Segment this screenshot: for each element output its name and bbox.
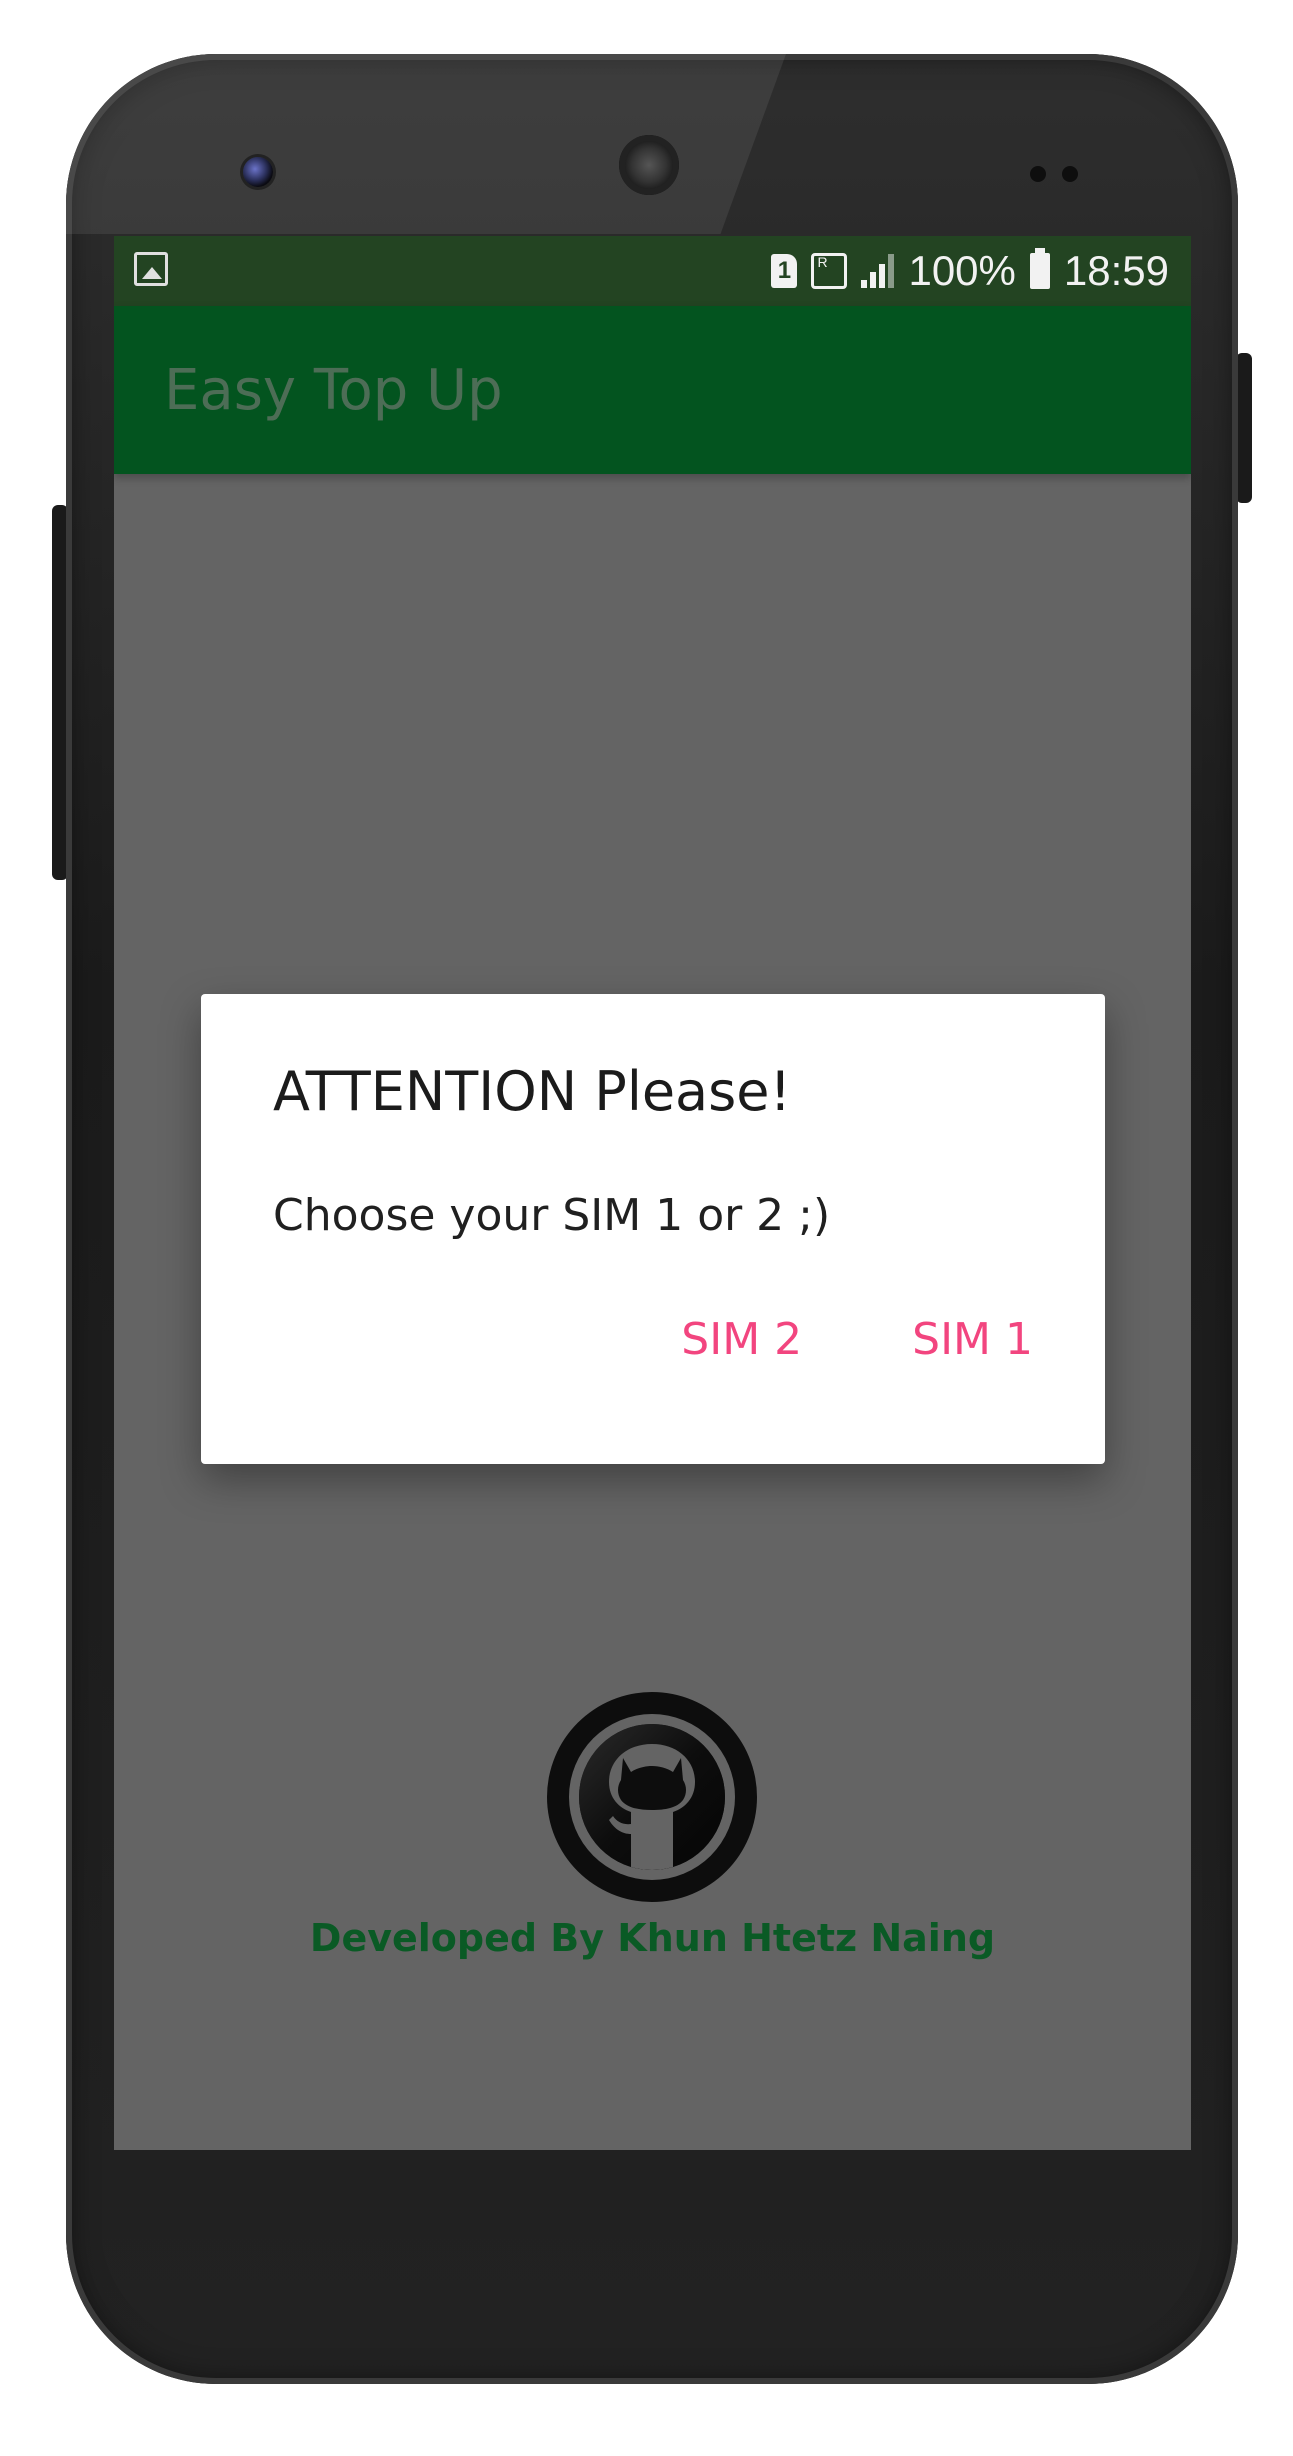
sim-slot-number: 1 bbox=[777, 257, 792, 284]
status-bar: 1 R 100% 18:59 bbox=[114, 236, 1191, 306]
dialog-message: Choose your SIM 1 or 2 ;) bbox=[273, 1190, 831, 1241]
screen: 1 R 100% 18:59 Easy Top Up Developed By … bbox=[114, 236, 1191, 2150]
developer-credit[interactable]: Developed By Khun Htetz Naing bbox=[114, 1916, 1191, 1960]
dialog-title: ATTENTION Please! bbox=[273, 1060, 792, 1123]
status-icons: 1 R 100% 18:59 bbox=[771, 244, 1169, 298]
power-button bbox=[1236, 353, 1252, 503]
roaming-signal-icon: R bbox=[811, 253, 848, 289]
app-bar: Easy Top Up bbox=[114, 306, 1191, 474]
bezel-bottom bbox=[114, 2150, 1191, 2350]
signal-strength-icon bbox=[861, 254, 895, 288]
gallery-notification-icon bbox=[134, 252, 168, 286]
battery-percent: 100% bbox=[908, 247, 1016, 294]
light-sensor bbox=[1062, 166, 1078, 182]
roaming-indicator: R bbox=[817, 254, 828, 270]
sim-1-button[interactable]: SIM 1 bbox=[912, 1314, 1033, 1365]
app-title: Easy Top Up bbox=[164, 358, 503, 423]
battery-icon bbox=[1029, 248, 1050, 289]
sim-choice-dialog: ATTENTION Please! Choose your SIM 1 or 2… bbox=[201, 994, 1105, 1464]
earpiece-speaker bbox=[619, 135, 679, 195]
proximity-sensor bbox=[1030, 166, 1046, 182]
device-frame: 1 R 100% 18:59 Easy Top Up Developed By … bbox=[0, 0, 1293, 2456]
octocat-icon bbox=[579, 1724, 725, 1870]
front-camera bbox=[243, 157, 273, 187]
github-icon[interactable] bbox=[547, 1692, 757, 1902]
dialog-actions: SIM 2 SIM 1 bbox=[681, 1314, 1033, 1365]
sim-card-icon: 1 bbox=[771, 254, 798, 288]
sim-2-button[interactable]: SIM 2 bbox=[681, 1314, 802, 1365]
clock: 18:59 bbox=[1063, 247, 1169, 294]
